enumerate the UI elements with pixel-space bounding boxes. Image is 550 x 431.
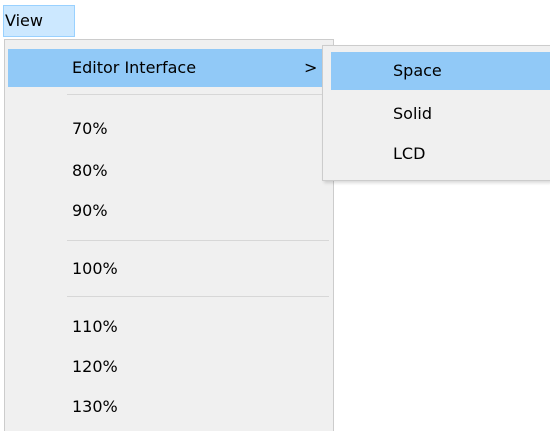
- menu-item-editor-interface[interactable]: Editor Interface >: [8, 49, 330, 87]
- menu-item-label: 70%: [72, 119, 108, 138]
- menu-item-zoom-100[interactable]: 100%: [8, 250, 330, 288]
- menu-item-zoom-80[interactable]: 80%: [8, 152, 330, 190]
- menu-item-label: 130%: [72, 397, 118, 416]
- menu-item-zoom-110[interactable]: 110%: [8, 308, 330, 346]
- submenu-item-label: Space: [393, 61, 442, 80]
- menu-item-zoom-120[interactable]: 120%: [8, 348, 330, 386]
- view-dropdown-menu: Editor Interface > 70% 80% 90% 100% 110%…: [4, 39, 334, 431]
- submenu-arrow-icon: >: [304, 58, 318, 77]
- menu-item-label: 100%: [72, 259, 118, 278]
- menu-item-zoom-130[interactable]: 130%: [8, 388, 330, 426]
- menu-item-label: 80%: [72, 161, 108, 180]
- submenu-item-lcd[interactable]: LCD: [331, 135, 550, 173]
- menu-item-label: 110%: [72, 317, 118, 336]
- editor-interface-submenu: Space Solid LCD: [322, 45, 550, 181]
- menu-item-label: Editor Interface: [72, 58, 197, 77]
- menu-separator: [67, 240, 329, 241]
- menu-separator: [67, 94, 329, 95]
- menu-view-label: View: [5, 11, 43, 30]
- menu-separator: [67, 296, 329, 297]
- menu-item-label: 120%: [72, 357, 118, 376]
- menu-item-label: 90%: [72, 201, 108, 220]
- submenu-item-solid[interactable]: Solid: [331, 95, 550, 133]
- menu-item-zoom-90[interactable]: 90%: [8, 192, 330, 230]
- menu-item-zoom-70[interactable]: 70%: [8, 110, 330, 148]
- menu-bar: View: [0, 0, 550, 40]
- submenu-item-label: LCD: [393, 144, 426, 163]
- submenu-item-label: Solid: [393, 104, 432, 123]
- submenu-item-space[interactable]: Space: [331, 52, 550, 90]
- menu-view[interactable]: View: [3, 5, 75, 37]
